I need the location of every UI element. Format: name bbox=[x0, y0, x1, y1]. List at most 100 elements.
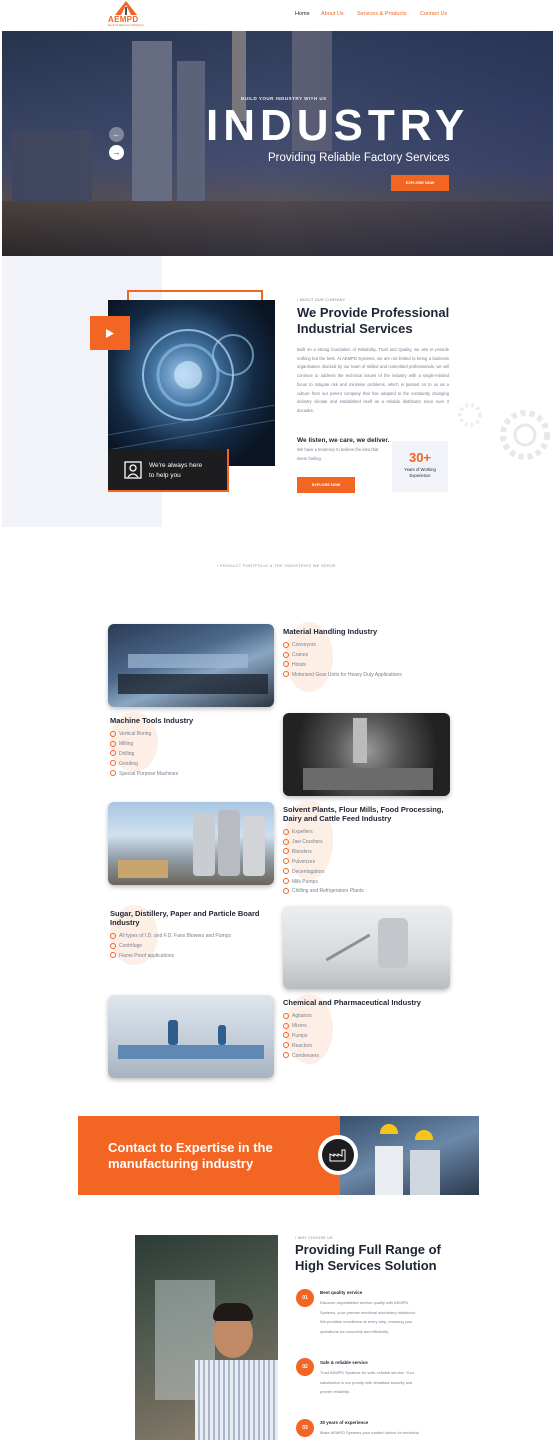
list-item: Blenders bbox=[283, 848, 364, 858]
nav-services-products[interactable]: Services & Products bbox=[357, 11, 407, 17]
slider-next-button[interactable]: → bbox=[109, 145, 124, 160]
hero-explore-button[interactable]: EXPLORE NOW bbox=[391, 175, 449, 191]
about-title: We Provide Professional Industrial Servi… bbox=[297, 305, 449, 337]
why-point-title: Best quality service bbox=[320, 1290, 363, 1295]
desc-line: Systems, your premier electrical machine… bbox=[320, 1309, 417, 1315]
about-title-line1: We Provide Professional bbox=[297, 305, 450, 320]
play-icon bbox=[106, 328, 114, 338]
industry-title-line: Sugar, Distillery, Paper and Particle Bo… bbox=[110, 909, 260, 918]
desc-line: proven reliability. bbox=[320, 1389, 350, 1395]
experience-stat-value: 30+ bbox=[408, 450, 432, 465]
industry-title-line: Solvent Plants, Flour Mills, Food Proces… bbox=[283, 805, 444, 814]
nav-contact-us[interactable]: Contact Us bbox=[420, 11, 447, 17]
chemical-plant-image bbox=[108, 995, 274, 1078]
support-icon bbox=[124, 461, 142, 479]
nav-about-us[interactable]: About Us bbox=[321, 11, 344, 17]
industry-list-machine-tools: Vertical Boring Milling Drilling Grindin… bbox=[110, 730, 178, 780]
worker-shape bbox=[168, 1020, 178, 1045]
silo-shape bbox=[218, 810, 240, 876]
why-point-desc: Discover unparalleled service quality wi… bbox=[320, 1298, 416, 1336]
why-title: Providing Full Range of High Services So… bbox=[295, 1242, 441, 1274]
industry-title-line: Dairy and Cattle Feed Industry bbox=[283, 814, 392, 823]
arrow-left-icon: ← bbox=[112, 130, 121, 139]
portfolio-eyebrow: / PRODUCT PORTFOLIO & THE INDUSTRIES WE … bbox=[217, 564, 336, 568]
about-eyebrow: / ABOUT OUR COMPANY bbox=[297, 298, 346, 302]
sugar-plant-image bbox=[283, 906, 450, 989]
cta-heading: Contact to Expertise in the manufacturin… bbox=[108, 1140, 308, 1172]
list-item: Special Purpose Machines bbox=[110, 770, 178, 780]
why-point-number: 01 bbox=[296, 1289, 314, 1307]
list-item: Decentagators bbox=[283, 868, 364, 878]
about-paragraph: Built on a strong foundation of Reliabil… bbox=[297, 347, 449, 413]
list-item: Vertical Boring bbox=[110, 730, 178, 740]
why-point-desc: Trust AEMPD Systems for safe, reliable s… bbox=[320, 1368, 414, 1397]
list-item: Hoists bbox=[283, 661, 402, 671]
list-item: Drilling bbox=[110, 750, 178, 760]
conveyor-shape bbox=[128, 654, 248, 668]
solvent-plant-image bbox=[108, 802, 274, 885]
hero-title: INDUSTRY bbox=[206, 101, 470, 150]
logo-tagline: Electrical Machinery Distributors bbox=[108, 24, 144, 27]
industry-title-line: Industry bbox=[110, 918, 140, 927]
list-item: Milk Pumps bbox=[283, 878, 364, 888]
industry-list-sugar-distillery: All types of I.D. and F.D. Fans Blowers … bbox=[110, 932, 231, 962]
why-point-title: 30 years of experience bbox=[320, 1420, 369, 1425]
slider-prev-button[interactable]: ← bbox=[109, 127, 124, 142]
help-card: We're always here to help you bbox=[108, 449, 229, 492]
why-point-number: 03 bbox=[296, 1419, 314, 1437]
list-item: Pulverizes bbox=[283, 858, 364, 868]
experience-stat-card: 30+ Years of Working Experience bbox=[392, 441, 448, 492]
silo-shape bbox=[243, 816, 265, 876]
about-subheading: We listen, we care, we deliver. bbox=[297, 437, 390, 444]
list-item: Expellers bbox=[283, 828, 364, 838]
conveyor-shape bbox=[118, 674, 268, 694]
industry-title-solvent-plants: Solvent Plants, Flour Mills, Food Proces… bbox=[283, 805, 443, 823]
machine-bed-shape bbox=[303, 768, 433, 790]
list-item: Jaw Crushers bbox=[283, 838, 364, 848]
material-handling-image bbox=[108, 624, 274, 707]
why-point-title: Safe & reliable service bbox=[320, 1360, 368, 1365]
industry-list-chemical-pharma: Agitators Mixers Pumps Reactors Condense… bbox=[283, 1012, 319, 1062]
list-item: Conveyors bbox=[283, 641, 402, 651]
factory-icon bbox=[322, 1139, 354, 1171]
desc-line: satisfaction is our priority with steadf… bbox=[320, 1379, 413, 1385]
help-text-line2: to help you bbox=[149, 472, 181, 479]
why-title-line2: High Services Solution bbox=[295, 1258, 437, 1273]
why-point-number: 02 bbox=[296, 1358, 314, 1376]
desc-line: operations run smoothly and efficiently. bbox=[320, 1328, 390, 1334]
worker-shape bbox=[218, 1025, 226, 1045]
list-item: Chilling and Refrigerators Plants bbox=[283, 887, 364, 897]
list-item: All types of I.D. and F.D. Fans Blowers … bbox=[110, 932, 231, 942]
logo-text[interactable]: AEMPD bbox=[108, 15, 138, 24]
person-shirt-shape bbox=[195, 1360, 278, 1440]
desc-line: Discover unparalleled service quality wi… bbox=[320, 1300, 409, 1305]
list-item: Motorized Gear Units for Heavy Duty Appl… bbox=[283, 671, 402, 681]
arrow-right-icon: → bbox=[112, 148, 121, 157]
about-engine-image bbox=[108, 300, 275, 466]
worker-shape bbox=[375, 1146, 403, 1195]
cta-icon-ring bbox=[318, 1135, 358, 1175]
industry-title-chemical-pharma: Chemical and Pharmaceutical Industry bbox=[283, 998, 421, 1007]
crate-shape bbox=[118, 860, 168, 878]
why-eyebrow: / WHY CHOOSE US bbox=[295, 1236, 334, 1240]
nav-home[interactable]: Home bbox=[295, 11, 310, 17]
why-choose-us-image bbox=[135, 1235, 278, 1440]
industry-list-material-handling: Conveyors Cranes Hoists Motorized Gear U… bbox=[283, 641, 402, 681]
helmet-shape bbox=[380, 1124, 398, 1134]
industry-title-sugar-distillery: Sugar, Distillery, Paper and Particle Bo… bbox=[110, 909, 260, 927]
video-play-button[interactable] bbox=[90, 316, 130, 350]
machine-tools-image bbox=[283, 713, 450, 796]
logo-icon[interactable] bbox=[115, 1, 137, 15]
silo-shape bbox=[193, 814, 215, 876]
list-item: Agitators bbox=[283, 1012, 319, 1022]
list-item: Cranes bbox=[283, 651, 402, 661]
person-hair-shape bbox=[213, 1303, 253, 1321]
experience-stat-label-line2: Experience bbox=[409, 473, 431, 478]
desc-line: We prioritise excellence at every step, … bbox=[320, 1319, 413, 1325]
about-explore-button[interactable]: EXPLORE NOW bbox=[297, 477, 355, 493]
cta-workers-image bbox=[340, 1116, 479, 1195]
cta-heading-line1: Contact to Expertise in the bbox=[108, 1140, 273, 1155]
lab-bench-shape bbox=[118, 1045, 264, 1059]
industry-title-material-handling: Material Handling Industry bbox=[283, 627, 378, 636]
factory-glyph-icon bbox=[329, 1149, 346, 1162]
